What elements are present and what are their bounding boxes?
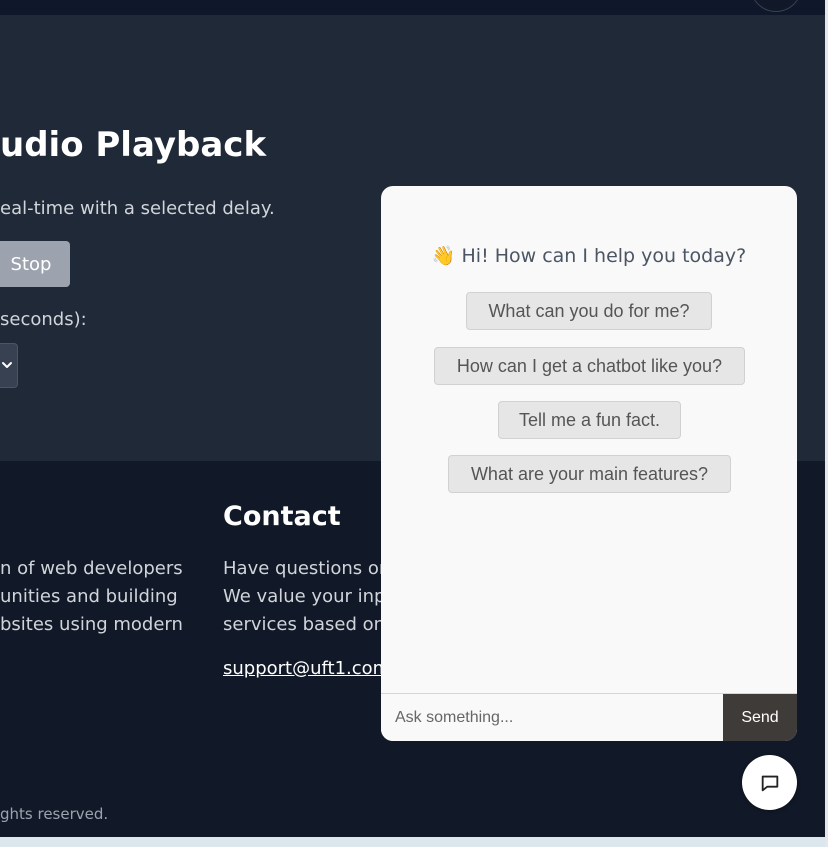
suggestion-chip[interactable]: What can you do for me?: [466, 292, 712, 330]
chat-bubble-icon: [761, 775, 778, 791]
suggestion-chip[interactable]: What are your main features?: [448, 455, 731, 493]
suggestion-chip[interactable]: Tell me a fun fact.: [498, 401, 681, 439]
send-button[interactable]: Send: [723, 694, 797, 741]
about-line: n of web developers: [0, 558, 183, 579]
chevron-down-icon: [2, 362, 12, 368]
about-text: n of web developers unities and building…: [0, 555, 183, 639]
contact-email-link[interactable]: support@uft1.com: [223, 658, 390, 679]
delay-label: seconds):: [0, 309, 87, 330]
hero-description: eal-time with a selected delay.: [0, 198, 275, 219]
waving-hand-icon: 👋: [431, 245, 456, 267]
chat-panel: 👋 Hi! How can I help you today? What can…: [381, 186, 797, 741]
chat-greeting: 👋 Hi! How can I help you today?: [381, 244, 797, 267]
contact-heading: Contact: [223, 501, 341, 532]
about-line: unities and building: [0, 586, 178, 607]
delay-select[interactable]: [0, 343, 18, 388]
page-title: udio Playback: [0, 125, 267, 165]
contact-text: Have questions or We value your inp serv…: [223, 555, 386, 639]
chat-toggle-button[interactable]: [742, 755, 797, 810]
about-line: bsites using modern: [0, 614, 183, 635]
greeting-text: Hi! How can I help you today?: [461, 245, 747, 267]
chat-input-row: Send: [381, 693, 797, 741]
suggestion-chip[interactable]: How can I get a chatbot like you?: [434, 347, 745, 385]
contact-line: We value your inp: [223, 586, 386, 607]
contact-line: Have questions or: [223, 558, 387, 579]
contact-line: services based on: [223, 614, 386, 635]
bottom-strip: [0, 837, 828, 847]
stop-button[interactable]: Stop: [0, 241, 70, 287]
top-nav-bar: [0, 0, 826, 15]
copyright-text: ghts reserved.: [0, 805, 109, 823]
chat-input[interactable]: [381, 694, 723, 741]
